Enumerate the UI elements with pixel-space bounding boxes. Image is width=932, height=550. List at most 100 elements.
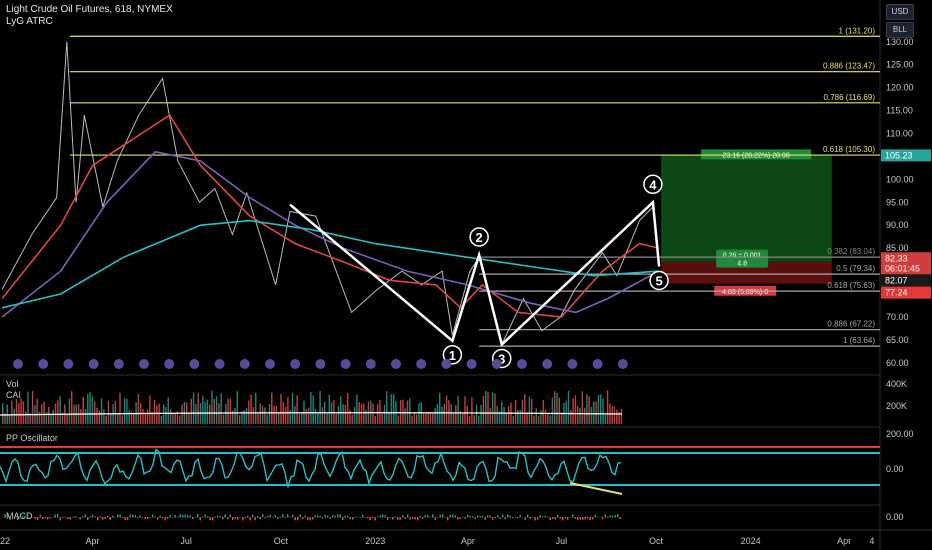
- volume-bar: [133, 413, 135, 424]
- volume-bar: [436, 404, 439, 424]
- macd-bar: [364, 517, 366, 518]
- macd-bar: [499, 517, 501, 519]
- macd-bar: [304, 515, 306, 518]
- volume-bar: [570, 410, 572, 424]
- macd-bar: [447, 517, 449, 521]
- volume-bar: [572, 398, 574, 424]
- macd-bar: [419, 515, 421, 518]
- volume-bar: [542, 400, 544, 424]
- event-marker-icon: [63, 359, 74, 369]
- macd-bar: [57, 514, 59, 518]
- macd-bar: [174, 515, 176, 518]
- ratio-sub-label: 4.8: [737, 261, 747, 268]
- macd-bar: [437, 517, 439, 518]
- fib-label: 0.382 (83.04): [827, 247, 875, 256]
- macd-bar: [339, 514, 341, 518]
- price-badge: 06:01:45: [885, 263, 920, 273]
- event-marker-icon: [214, 359, 225, 369]
- macd-bar: [79, 517, 81, 520]
- event-marker-icon: [441, 359, 452, 369]
- macd-bar: [449, 514, 451, 518]
- volume-bar: [583, 407, 586, 424]
- macd-bar: [272, 516, 274, 518]
- price-tick-label: 125.00: [886, 60, 914, 70]
- macd-bar: [522, 516, 524, 518]
- macd-bar: [384, 515, 386, 518]
- macd-bar: [362, 514, 364, 518]
- macd-bar: [209, 517, 211, 521]
- volume-bar: [123, 397, 126, 424]
- event-marker-icon: [491, 359, 502, 369]
- volume-bar: [6, 404, 8, 424]
- macd-bar: [252, 514, 254, 518]
- volume-bar: [429, 413, 432, 424]
- macd-bar: [397, 517, 399, 520]
- macd-bar: [402, 515, 404, 518]
- macd-bar: [474, 517, 476, 520]
- volume-bar: [289, 410, 291, 424]
- macd-bar: [479, 516, 481, 518]
- macd-bar: [204, 514, 206, 518]
- macd-bar: [314, 515, 316, 518]
- volume-bar: [342, 404, 344, 424]
- currency-button[interactable]: USD: [886, 4, 914, 20]
- pane-tick: 0.00: [886, 512, 904, 522]
- volume-bar: [579, 407, 581, 424]
- volume-bar: [344, 404, 347, 424]
- volume-bar: [604, 414, 606, 424]
- macd-bar: [214, 516, 216, 518]
- volume-bar: [519, 409, 521, 424]
- volume-bar: [163, 404, 165, 424]
- macd-bar: [354, 516, 356, 518]
- volume-bar: [126, 398, 128, 424]
- macd-bar: [562, 517, 564, 521]
- macd-bar: [459, 517, 461, 520]
- volume-bar: [402, 399, 404, 424]
- pane-tick: 0.00: [886, 464, 904, 474]
- volume-bar: [494, 393, 496, 424]
- price-tick-label: 100.00: [886, 174, 914, 184]
- volume-bar: [328, 394, 330, 424]
- symbol-title: Light Crude Oil Futures, 618, NYMEX: [6, 4, 173, 15]
- macd-bar: [284, 517, 286, 518]
- chart-canvas[interactable]: 130.00125.00120.00115.00110.00105.00100.…: [0, 0, 932, 550]
- volume-bar: [386, 391, 388, 424]
- volume-bar: [310, 392, 312, 424]
- macd-bar: [227, 517, 229, 520]
- volume-bar: [259, 403, 261, 424]
- volume-bar: [365, 409, 367, 424]
- pane-tick: 200K: [886, 401, 907, 411]
- volume-bar: [167, 397, 169, 424]
- macd-bar: [337, 514, 339, 518]
- volume-bar: [2, 403, 4, 424]
- macd-bar: [212, 517, 214, 521]
- volume-bar: [107, 400, 110, 424]
- macd-bar: [14, 515, 16, 518]
- event-marker-icon: [239, 359, 250, 369]
- position-profit-zone: [661, 155, 832, 262]
- macd-bar: [589, 517, 591, 521]
- macd-bar: [129, 514, 131, 518]
- event-marker-icon: [88, 359, 99, 369]
- volume-bar: [434, 407, 436, 424]
- volume-bar: [397, 415, 399, 424]
- macd-bar: [274, 514, 276, 518]
- volume-bar: [567, 390, 570, 424]
- macd-bar: [369, 517, 371, 520]
- unit-button[interactable]: BLL: [886, 22, 914, 38]
- volume-bar: [271, 392, 273, 424]
- volume-bar: [179, 415, 181, 424]
- volume-bar: [13, 408, 15, 424]
- volume-bar: [142, 408, 144, 424]
- macd-bar: [599, 516, 601, 518]
- event-marker-icon: [340, 359, 351, 369]
- macd-bar: [352, 517, 354, 520]
- macd-bar: [207, 516, 209, 518]
- macd-bar: [607, 516, 609, 518]
- wave-label: 2: [476, 230, 483, 245]
- macd-bar: [349, 517, 351, 520]
- price-tick-label: 65.00: [886, 335, 909, 345]
- event-marker-icon: [113, 359, 124, 369]
- event-marker-icon: [617, 359, 628, 369]
- volume-bar: [399, 399, 402, 424]
